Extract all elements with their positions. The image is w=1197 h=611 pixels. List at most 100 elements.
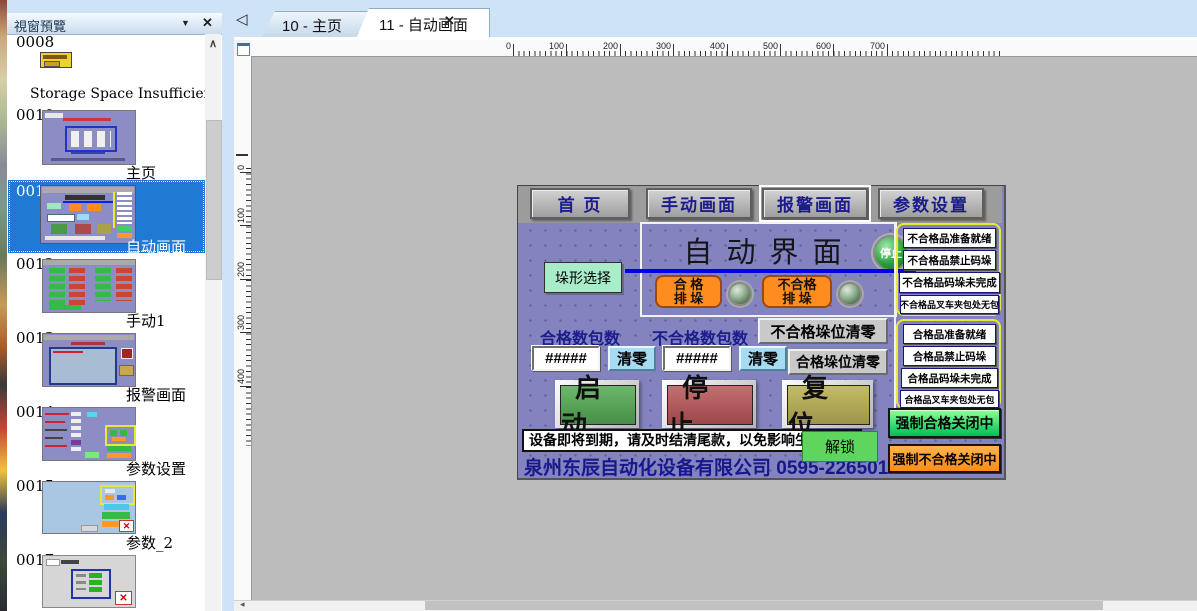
fail-stack-line1: 不合格	[777, 278, 816, 292]
panel-close-icon[interactable]: ✕	[202, 15, 213, 31]
thumbnail-0011[interactable]	[40, 185, 136, 244]
thumb-art	[110, 430, 117, 436]
thumb-art	[65, 126, 117, 152]
thumbnail-0015[interactable]: ✕	[42, 481, 136, 534]
thumbnail-0017[interactable]: ✕	[42, 555, 136, 608]
ruler-minor-ticks	[513, 51, 1004, 56]
thumb-art	[45, 413, 69, 415]
thumb-art	[87, 204, 101, 211]
thumb-art	[71, 152, 105, 154]
thumbnail-0013[interactable]	[42, 333, 136, 387]
ruler-major-tick	[727, 44, 728, 56]
status-fail-no-bag[interactable]: 不合格品叉车夹包处无包	[900, 295, 999, 314]
nav-button-home[interactable]: 首 页	[530, 188, 630, 219]
status-fail-prohibit[interactable]: 不合格品禁止码垛	[903, 250, 996, 270]
thumb-art	[105, 425, 136, 446]
canvas-h-scrollbar-thumb[interactable]	[425, 601, 1103, 610]
thumb-art	[71, 342, 105, 345]
reset-button[interactable]: 复位	[782, 380, 873, 428]
window-glyph	[237, 43, 250, 56]
ruler-label: 600	[816, 41, 831, 51]
ruler-major-tick	[240, 279, 251, 280]
thumb-art	[71, 131, 111, 147]
tab-close-icon[interactable]: ✕	[444, 13, 455, 29]
scroll-left-icon[interactable]: ◂	[240, 599, 245, 610]
ruler-origin-icon[interactable]	[234, 40, 252, 57]
stop-button[interactable]: 停止	[662, 380, 756, 428]
thumb-art	[51, 224, 67, 234]
close-window-icon: ✕	[115, 591, 132, 605]
status-pass-incomplete[interactable]: 合格品码垛未完成	[901, 368, 998, 388]
thumb-art	[45, 445, 67, 447]
force-pass-close-button[interactable]: 强制合格关闭中	[888, 408, 1001, 438]
thumb-art	[63, 118, 111, 121]
scroll-tabs-left-icon[interactable]: ◁	[236, 10, 248, 28]
app-window: 視窗預覽 ▼ ✕ 0008 Storage Space Insufficient…	[0, 0, 1197, 611]
thumb-art	[71, 569, 111, 599]
thumbnail-0014[interactable]	[42, 407, 136, 461]
thumb-art	[47, 203, 61, 209]
panel-dropdown-icon[interactable]: ▼	[181, 18, 190, 28]
preview-item-number: 0008	[16, 33, 54, 51]
status-pass-no-bag[interactable]: 合格品叉车夹包处无包	[900, 390, 999, 408]
preview-item-caption: Storage Space Insufficient	[30, 86, 200, 102]
reset-button-face: 复位	[787, 385, 870, 425]
thumb-art	[120, 430, 127, 436]
close-window-icon: ✕	[119, 520, 134, 532]
force-fail-close-button[interactable]: 强制不合格关闭中	[888, 444, 1001, 473]
screen-title: 自 动 界 面	[650, 229, 878, 271]
pass-stack-line2: 排 垛	[674, 292, 704, 306]
tab-auto-screen[interactable]: 11 - 自动画面	[356, 8, 490, 39]
ruler-label: 200	[603, 41, 618, 51]
thumb-art	[89, 573, 102, 592]
background-window-sliver	[0, 0, 7, 611]
stack-shape-select-button[interactable]: 垛形选择	[544, 262, 622, 293]
nav-button-alarm[interactable]: 报警画面	[762, 188, 868, 219]
ruler-label: 200	[236, 262, 246, 277]
vertical-ruler: 0 100 200 300 400	[234, 56, 252, 601]
fail-stack-button[interactable]: 不合格 排 垛	[762, 275, 832, 308]
ruler-major-tick	[833, 44, 834, 56]
panel-top-strip	[7, 0, 222, 13]
status-pass-ready[interactable]: 合格品准备就绪	[903, 324, 996, 344]
fail-indicator-lamp	[838, 282, 862, 306]
status-fail-incomplete[interactable]: 不合格品码垛未完成	[899, 272, 1000, 293]
thumb-art	[63, 201, 113, 203]
ruler-label: 100	[549, 41, 564, 51]
ruler-major-tick	[240, 386, 251, 387]
thumb-art	[43, 55, 67, 59]
thumb-art	[49, 347, 117, 385]
pass-stack-button[interactable]: 合 格 排 垛	[655, 275, 722, 308]
thumbnail-0008[interactable]	[40, 52, 72, 68]
status-fail-ready[interactable]: 不合格品准备就绪	[903, 228, 996, 248]
nav-button-params[interactable]: 参数设置	[878, 188, 984, 219]
ruler-major-tick	[566, 44, 567, 56]
thumb-art	[71, 412, 81, 452]
ruler-major-tick	[240, 225, 251, 226]
thumb-art	[45, 421, 65, 423]
thumb-art	[45, 437, 63, 439]
status-pass-prohibit[interactable]: 合格品禁止码垛	[903, 346, 996, 366]
fail-stack-clear-button[interactable]: 不合格垛位清零	[758, 318, 888, 344]
unlock-button[interactable]: 解锁	[802, 431, 878, 462]
thumb-art	[112, 437, 126, 441]
thumb-art	[100, 485, 135, 505]
nav-button-manual[interactable]: 手动画面	[646, 188, 752, 219]
thumb-art	[44, 61, 60, 67]
fail-stack-line2: 排 垛	[782, 292, 812, 306]
start-button[interactable]: 启动	[555, 380, 639, 428]
thumb-art	[49, 305, 81, 310]
thumb-art	[51, 158, 125, 161]
thumb-art	[46, 559, 60, 566]
ruler-label: 300	[656, 41, 671, 51]
scroll-up-icon[interactable]: ∧	[205, 36, 221, 50]
thumbnail-0012[interactable]	[42, 259, 136, 313]
ruler-major-tick	[780, 44, 781, 56]
ruler-minor-ticks	[246, 168, 251, 446]
thumbnail-0010[interactable]	[42, 110, 136, 165]
ruler-major-tick	[887, 44, 888, 56]
thumb-art	[45, 429, 67, 431]
panel-scrollbar-thumb[interactable]	[206, 120, 222, 280]
start-button-face: 启动	[560, 385, 636, 425]
ruler-major-tick	[240, 332, 251, 333]
